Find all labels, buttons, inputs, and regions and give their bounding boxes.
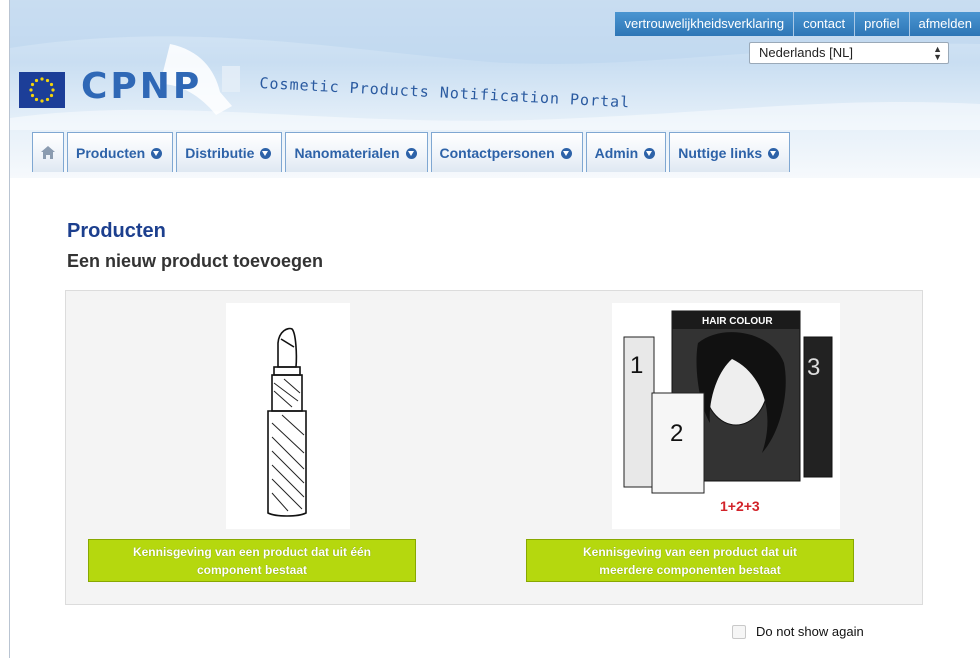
hair-colour-kit-image[interactable]: HAIR COLOUR 1 2 3 1+2+3 — [612, 303, 840, 529]
menu-item-label: Distributie — [185, 144, 255, 161]
hair-colour-illustration: HAIR COLOUR 1 2 3 1+2+3 — [623, 310, 833, 514]
do-not-show-label: Do not show again — [756, 624, 864, 639]
multi-component-label-line1: Kennisgeving van een product dat uit — [582, 545, 798, 559]
menu-home[interactable] — [32, 132, 64, 172]
logout-link[interactable]: afmelden — [908, 12, 980, 36]
menu-item-producten[interactable]: Producten — [67, 132, 174, 172]
select-arrows-icon: ▲ ▼ — [933, 44, 942, 62]
chevron-down-icon — [560, 148, 572, 159]
language-select-value: Nederlands [NL] — [759, 45, 853, 60]
cpnp-logo: CPNP — [81, 66, 203, 107]
do-not-show-checkbox[interactable] — [732, 624, 746, 639]
single-component-label-line1: Kennisgeving van een product dat uit één — [132, 545, 372, 559]
chevron-down-icon — [644, 148, 656, 159]
components-caption: 1+2+3 — [720, 498, 760, 514]
menu-item-admin[interactable]: Admin — [585, 132, 667, 172]
menu-item-label: Nanomaterialen — [294, 144, 400, 161]
multi-component-button[interactable]: Kennisgeving van een product dat uit mee… — [526, 539, 854, 582]
language-select[interactable]: Nederlands [NL] ▲ ▼ — [749, 42, 949, 64]
page-frame: vertrouwelijkheidsverklaring contact pro… — [9, 0, 980, 658]
menu-item-label: Contactpersonen — [439, 144, 555, 161]
lipstick-illustration — [267, 327, 307, 517]
menu-item-nanomaterialen[interactable]: Nanomaterialen — [285, 132, 428, 172]
single-component-label-line2: component bestaat — [196, 563, 307, 577]
main-menu: Producten Distributie Nanomaterialen Con… — [32, 132, 793, 172]
chevron-down-icon — [768, 148, 780, 159]
do-not-show-again[interactable]: Do not show again — [732, 624, 864, 639]
top-navigation: vertrouwelijkheidsverklaring contact pro… — [615, 12, 980, 36]
privacy-statement-link[interactable]: vertrouwelijkheidsverklaring — [615, 12, 794, 36]
menu-item-nuttige-links[interactable]: Nuttige links — [669, 132, 791, 172]
lipstick-image[interactable] — [226, 303, 350, 529]
profile-link[interactable]: profiel — [854, 12, 909, 36]
component-number-1: 1 — [630, 352, 643, 379]
menu-item-distributie[interactable]: Distributie — [176, 132, 283, 172]
single-component-button[interactable]: Kennisgeving van een product dat uit één… — [88, 539, 416, 582]
chevron-down-icon — [151, 148, 163, 159]
page-title: Producten — [67, 220, 166, 242]
menu-item-label: Producten — [76, 144, 146, 161]
eu-flag-logo — [19, 72, 65, 108]
multi-component-label-line2: meerdere componenten bestaat — [599, 563, 781, 577]
header-banner: vertrouwelijkheidsverklaring contact pro… — [10, 0, 980, 178]
page-subtitle: Een nieuw product toevoegen — [67, 251, 324, 271]
product-type-panel: Kennisgeving van een product dat uit één… — [65, 290, 923, 605]
home-icon — [41, 146, 55, 159]
menu-item-label: Nuttige links — [678, 144, 763, 161]
chevron-down-icon — [260, 148, 272, 159]
menu-item-label: Admin — [594, 144, 639, 161]
component-number-2: 2 — [670, 420, 683, 447]
contact-link[interactable]: contact — [793, 12, 855, 36]
hair-colour-box-text: HAIR COLOUR — [702, 316, 773, 327]
component-number-3: 3 — [807, 354, 820, 381]
chevron-down-icon — [405, 148, 417, 159]
eu-stars-icon — [29, 77, 55, 103]
menu-item-contactpersonen[interactable]: Contactpersonen — [430, 132, 583, 172]
